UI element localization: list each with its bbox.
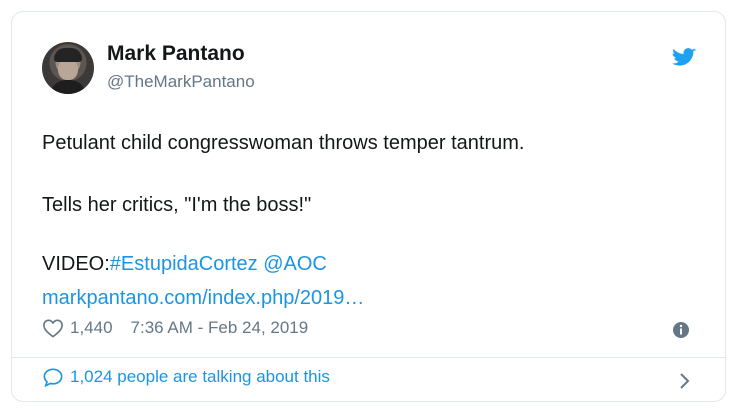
chevron-right-icon[interactable]: [678, 370, 692, 392]
heart-icon[interactable]: [42, 318, 64, 338]
twitter-bird-icon[interactable]: [672, 48, 696, 68]
timestamp[interactable]: 7:36 AM - Feb 24, 2019: [131, 318, 309, 338]
conversation-link[interactable]: 1,024 people are talking about this: [42, 367, 330, 387]
tweet-card[interactable]: Mark Pantano @TheMarkPantano Petulant ch…: [11, 11, 726, 402]
tweet-text-line: markpantano.com/index.php/2019…: [42, 286, 702, 310]
info-icon[interactable]: [672, 321, 690, 339]
display-name[interactable]: Mark Pantano: [107, 42, 245, 66]
divider: [12, 357, 725, 358]
mention-link[interactable]: @AOC: [263, 253, 327, 275]
user-handle[interactable]: @TheMarkPantano: [107, 72, 255, 92]
tweet-meta: 1,440 7:36 AM - Feb 24, 2019: [42, 318, 308, 338]
url-link[interactable]: markpantano.com/index.php/2019…: [42, 287, 364, 309]
avatar[interactable]: [42, 42, 94, 94]
video-label: VIDEO:: [42, 253, 110, 275]
tweet-text-line: Tells her critics, "I'm the boss!": [42, 194, 312, 216]
like-count[interactable]: 1,440: [70, 318, 113, 338]
hashtag-link[interactable]: #EstupidaCortez: [110, 253, 258, 275]
conversation-text[interactable]: 1,024 people are talking about this: [70, 367, 330, 387]
tweet-text-line: VIDEO:#EstupidaCortez @AOC: [42, 252, 702, 276]
tweet-text-line: Petulant child congresswoman throws temp…: [42, 132, 525, 154]
speech-bubble-icon: [43, 368, 63, 387]
